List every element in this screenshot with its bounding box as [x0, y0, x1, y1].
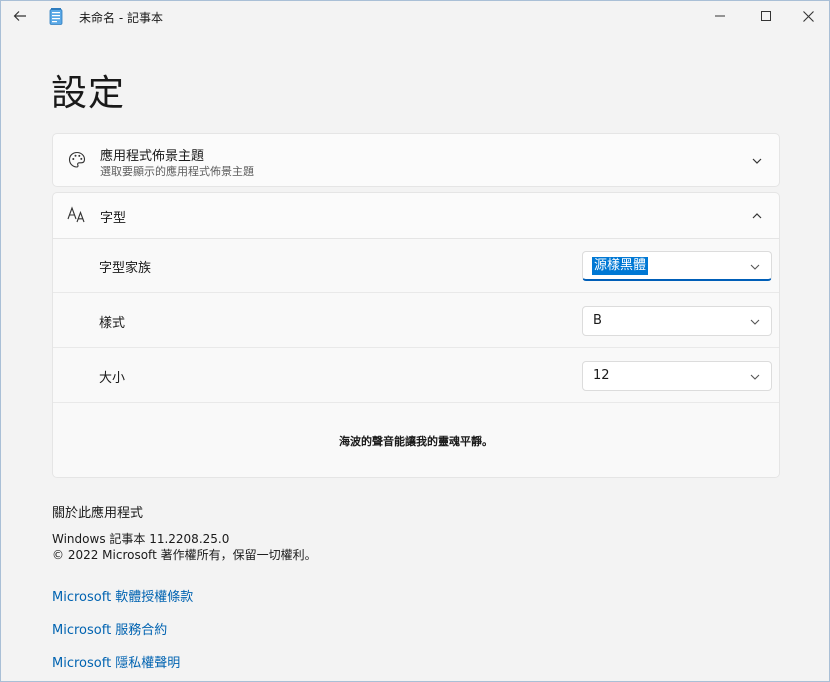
font-size-dropdown[interactable]: 12	[582, 361, 772, 391]
font-section-header[interactable]: 字型	[53, 193, 779, 238]
title-bar: 未命名 - 記事本	[1, 1, 829, 31]
minimize-button[interactable]	[697, 1, 743, 31]
about-title: 關於此應用程式	[52, 506, 144, 521]
maximize-button[interactable]	[743, 1, 789, 31]
palette-icon	[67, 150, 87, 170]
page-title: 設定	[51, 73, 126, 114]
back-arrow-icon	[13, 11, 26, 21]
back-button[interactable]	[7, 4, 33, 28]
font-style-dropdown[interactable]: B	[582, 306, 772, 336]
font-family-row: 字型家族 源樣黑體	[53, 239, 779, 293]
app-theme-description: 選取要顯示的應用程式佈景主題	[100, 165, 254, 178]
chevron-down-icon	[749, 261, 761, 273]
font-section-title: 字型	[100, 211, 127, 226]
close-icon	[802, 10, 814, 22]
app-theme-title: 應用程式佈景主題	[100, 149, 205, 164]
license-terms-link[interactable]: Microsoft 軟體授權條款	[52, 586, 193, 605]
notepad-settings-window: 未命名 - 記事本 設定 應用程式佈景主題 選取要顯示的應用程式佈景主題 字型 …	[0, 0, 830, 682]
font-family-label: 字型家族	[99, 261, 152, 276]
close-button[interactable]	[785, 1, 829, 31]
minimize-icon	[715, 15, 725, 17]
chevron-down-icon	[751, 155, 763, 167]
font-size-label: 大小	[99, 371, 126, 386]
maximize-icon	[761, 11, 771, 21]
font-preview-text: 海波的聲音能讓我的靈魂平靜。	[339, 435, 493, 448]
font-card: 字型 字型家族 源樣黑體 樣式 B 大小 12 海波的聲音能讓我的靈魂平靜。	[52, 192, 780, 478]
window-title: 未命名 - 記事本	[79, 11, 163, 25]
chevron-up-icon	[751, 210, 763, 222]
font-style-value: B	[593, 313, 602, 328]
font-family-dropdown[interactable]: 源樣黑體	[582, 251, 772, 281]
font-size-row: 大小 12	[53, 349, 779, 403]
font-style-label: 樣式	[99, 316, 126, 331]
chevron-down-icon	[749, 371, 761, 383]
font-style-row: 樣式 B	[53, 294, 779, 348]
font-size-value: 12	[593, 368, 610, 383]
font-icon	[67, 205, 87, 225]
app-theme-card[interactable]: 應用程式佈景主題 選取要顯示的應用程式佈景主題	[52, 133, 780, 187]
notepad-icon	[49, 8, 63, 25]
font-family-value: 源樣黑體	[592, 257, 649, 275]
services-agreement-link[interactable]: Microsoft 服務合約	[52, 619, 167, 638]
about-version: Windows 記事本 11.2208.25.0	[52, 532, 230, 546]
chevron-down-icon	[749, 316, 761, 328]
privacy-statement-link[interactable]: Microsoft 隱私權聲明	[52, 652, 180, 671]
about-copyright: © 2022 Microsoft 著作權所有，保留一切權利。	[52, 548, 317, 562]
font-settings-body: 字型家族 源樣黑體 樣式 B 大小 12 海波的聲音能讓我的靈魂平靜。	[53, 238, 779, 477]
